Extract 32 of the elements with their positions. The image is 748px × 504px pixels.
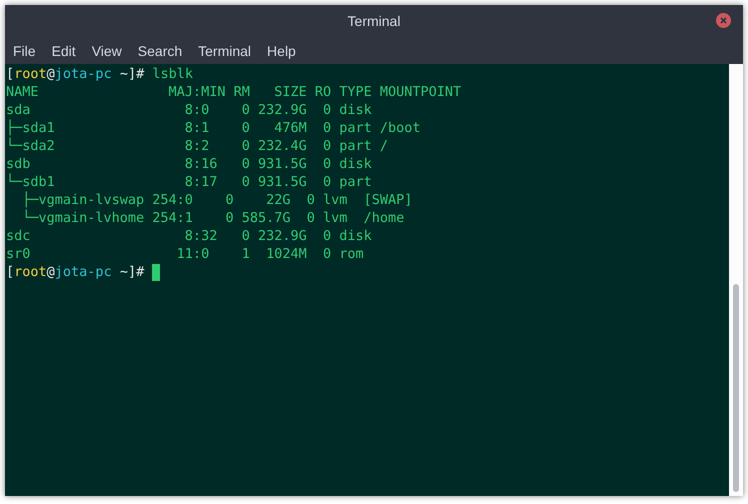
prompt-text: jota-pc: [54, 263, 112, 281]
prompt-text: [: [6, 65, 14, 83]
prompt-text: ~]#: [118, 65, 146, 83]
terminal-output-line: ├─vgmain-lvswap 254:0 0 22G 0 lvm [SWAP]: [21, 191, 412, 209]
scrollbar[interactable]: [729, 64, 743, 496]
close-button[interactable]: [716, 13, 731, 28]
terminal-output-line: sdb 8:16 0 931.5G 0 disk: [6, 155, 373, 173]
scrollbar-thumb[interactable]: [733, 284, 739, 492]
terminal-output-line: └─sdb1 8:17 0 931.5G 0 part: [6, 173, 373, 191]
prompt-text: jota-pc: [54, 65, 112, 83]
prompt-text: @: [46, 263, 55, 281]
menu-item[interactable]: Terminal: [194, 40, 256, 62]
terminal-output-line: sdc 8:32 0 232.9G 0 disk: [6, 227, 373, 245]
command-text: lsblk: [152, 65, 193, 83]
window-title: Terminal: [348, 12, 400, 31]
menu-item[interactable]: Help: [263, 40, 300, 62]
terminal-output-line: ├─sda1 8:1 0 476M 0 part /boot: [6, 119, 421, 137]
menu-item[interactable]: File: [9, 40, 40, 62]
terminal-output-line: NAME MAJ:MIN RM SIZE RO TYPE MOUNTPOINT: [6, 83, 462, 101]
terminal-output-line: └─vgmain-lvhome 254:1 0 585.7G 0 lvm /home: [21, 209, 404, 227]
menu-item[interactable]: Edit: [48, 40, 80, 62]
menu-item[interactable]: View: [88, 40, 126, 62]
prompt-text: @: [46, 65, 55, 83]
prompt-text: root: [14, 263, 47, 281]
terminal-output-line: sda 8:0 0 232.9G 0 disk: [6, 101, 373, 119]
prompt-text: ~]#: [118, 263, 146, 281]
menu-item[interactable]: Search: [134, 40, 186, 62]
terminal-output-line: └─sda2 8:2 0 232.4G 0 part /: [6, 137, 388, 155]
terminal-output-line: sr0 11:0 1 1024M 0 rom: [6, 245, 365, 263]
prompt-text: [: [6, 263, 14, 281]
prompt-text: root: [14, 65, 47, 83]
close-icon: [720, 17, 727, 24]
